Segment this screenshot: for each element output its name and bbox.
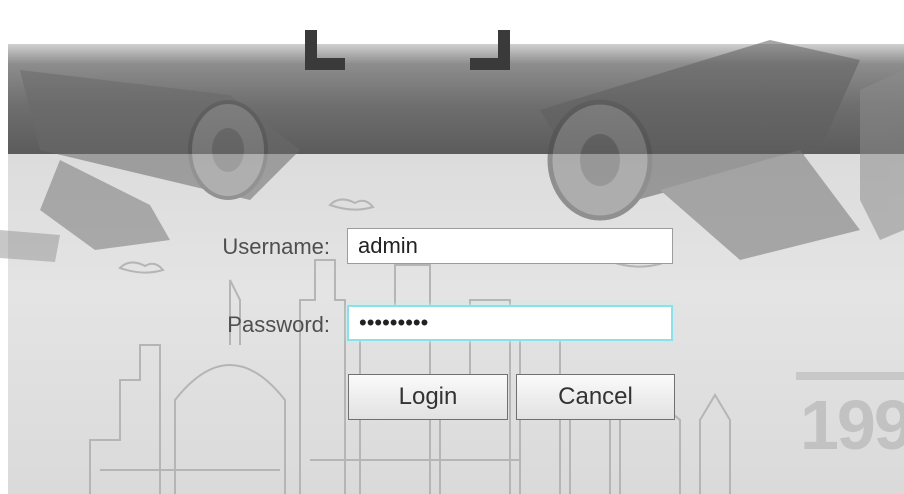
login-screen: 199 Username: Password: Login Cancel	[0, 0, 904, 494]
password-label: Password:	[227, 312, 330, 337]
cancel-button[interactable]: Cancel	[516, 374, 675, 420]
login-form: Username: Password: Login Cancel	[0, 0, 904, 494]
password-input[interactable]	[347, 305, 673, 341]
username-input[interactable]	[347, 228, 673, 264]
login-button[interactable]: Login	[348, 374, 508, 420]
username-label: Username:	[222, 234, 330, 259]
